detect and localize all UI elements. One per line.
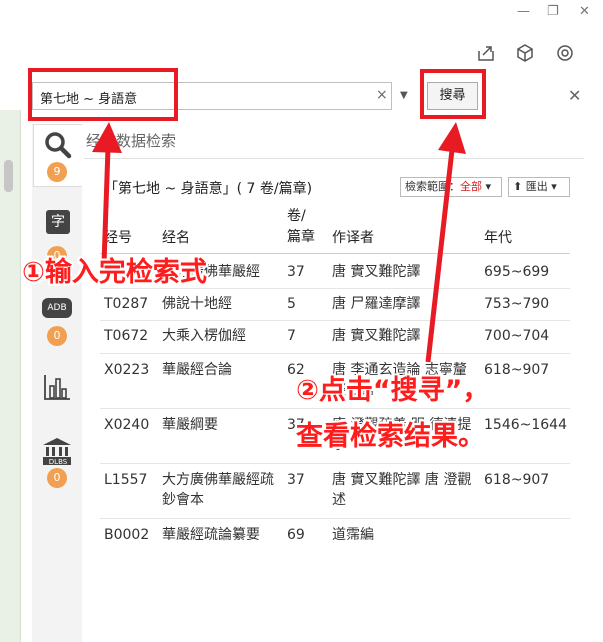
annotation-arrows (92, 122, 466, 363)
annotation-step2-line2: 查看检索结果。 (296, 421, 485, 452)
annotation-step2-line1: ②点击“搜寻”， (296, 375, 490, 406)
annotation-step1: ①输入完检索式 (22, 257, 207, 288)
